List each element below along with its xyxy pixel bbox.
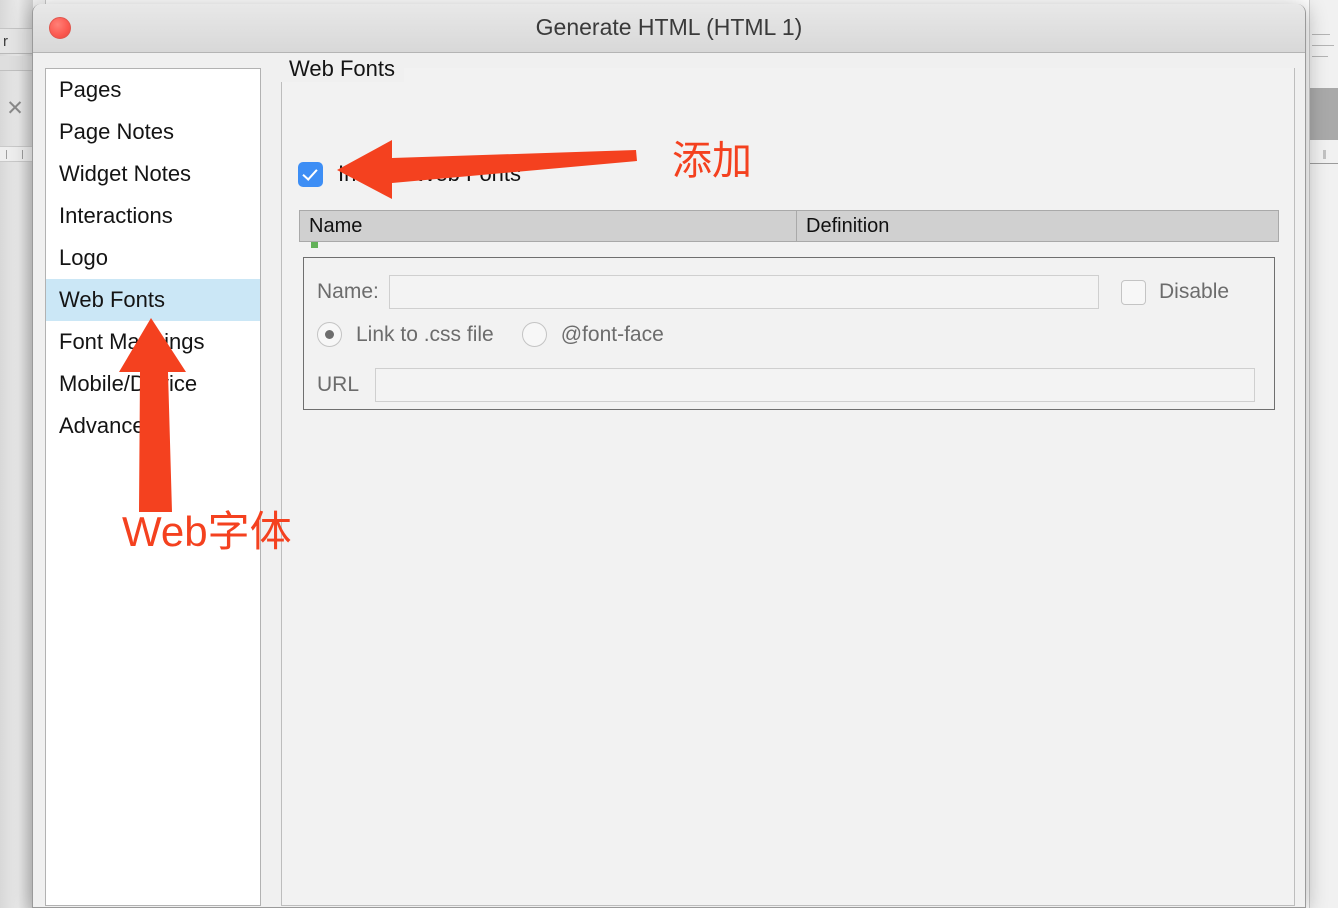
- table-column-definition[interactable]: Definition: [797, 211, 1278, 241]
- background-ruler: [0, 146, 33, 162]
- sidebar-item-interactions[interactable]: Interactions: [46, 195, 260, 237]
- radio-link-to-css-file[interactable]: [317, 322, 342, 347]
- background-right-swatch: [1310, 88, 1338, 140]
- sidebar-item-logo[interactable]: Logo: [46, 237, 260, 279]
- background-tab-strip: r: [0, 28, 33, 54]
- radio-link-to-css-file-label: Link to .css file: [356, 322, 494, 346]
- background-right-tick: [1323, 150, 1326, 159]
- radio-font-face[interactable]: [521, 322, 547, 347]
- disable-checkbox[interactable]: [1121, 279, 1146, 305]
- name-input[interactable]: [389, 275, 1099, 309]
- group-title-web-fonts: Web Fonts: [281, 56, 404, 82]
- background-left-toolbar: [0, 0, 34, 908]
- disable-label: Disable: [1159, 280, 1230, 303]
- sidebar-item-widget-notes[interactable]: Widget Notes: [46, 153, 260, 195]
- sidebar-item-advanced[interactable]: Advanced: [46, 405, 260, 447]
- sidebar-item-page-notes[interactable]: Page Notes: [46, 111, 260, 153]
- close-x-icon[interactable]: ✕: [2, 96, 28, 122]
- web-fonts-panel: Include Web Fonts Name Definition Name: …: [281, 68, 1295, 906]
- disable-checkbox-row[interactable]: Disable: [1121, 279, 1230, 305]
- background-right-divider: [1310, 163, 1338, 164]
- dialog-title: Generate HTML (HTML 1): [535, 14, 803, 40]
- dialog-titlebar: Generate HTML (HTML 1): [33, 4, 1305, 53]
- background-sub-strip: [0, 56, 33, 71]
- include-web-fonts-checkbox[interactable]: [298, 161, 323, 187]
- url-field-row: URL: [304, 368, 1255, 402]
- web-fonts-table-header: Name Definition: [299, 210, 1279, 242]
- sidebar-item-pages[interactable]: Pages: [46, 69, 260, 111]
- background-list-lines-icon: [1312, 34, 1336, 76]
- table-column-name[interactable]: Name: [300, 211, 797, 241]
- sidebar-item-font-mappings[interactable]: Font Mappings: [46, 321, 260, 363]
- sidebar-item-mobile-device[interactable]: Mobile/Device: [46, 363, 260, 405]
- web-font-detail-box: Name: Disable Link to .css file @font-fa…: [303, 257, 1275, 410]
- url-label: URL: [317, 373, 360, 396]
- settings-sidebar[interactable]: Pages Page Notes Widget Notes Interactio…: [45, 68, 261, 906]
- radio-font-face-label: @font-face: [560, 322, 664, 346]
- include-web-fonts-label: Include Web Fonts: [338, 161, 522, 186]
- name-field-row: Name: Disable: [304, 275, 1276, 309]
- sidebar-item-web-fonts[interactable]: Web Fonts: [46, 279, 260, 321]
- source-type-radio-row: Link to .css file @font-face: [317, 322, 692, 347]
- url-input[interactable]: [375, 368, 1255, 402]
- background-right-panel: [1309, 0, 1338, 908]
- dialog-body: Pages Page Notes Widget Notes Interactio…: [33, 53, 1305, 907]
- include-web-fonts-row[interactable]: Include Web Fonts: [298, 161, 521, 187]
- generate-html-dialog: Generate HTML (HTML 1) Pages Page Notes …: [32, 4, 1306, 908]
- name-label: Name:: [317, 280, 379, 303]
